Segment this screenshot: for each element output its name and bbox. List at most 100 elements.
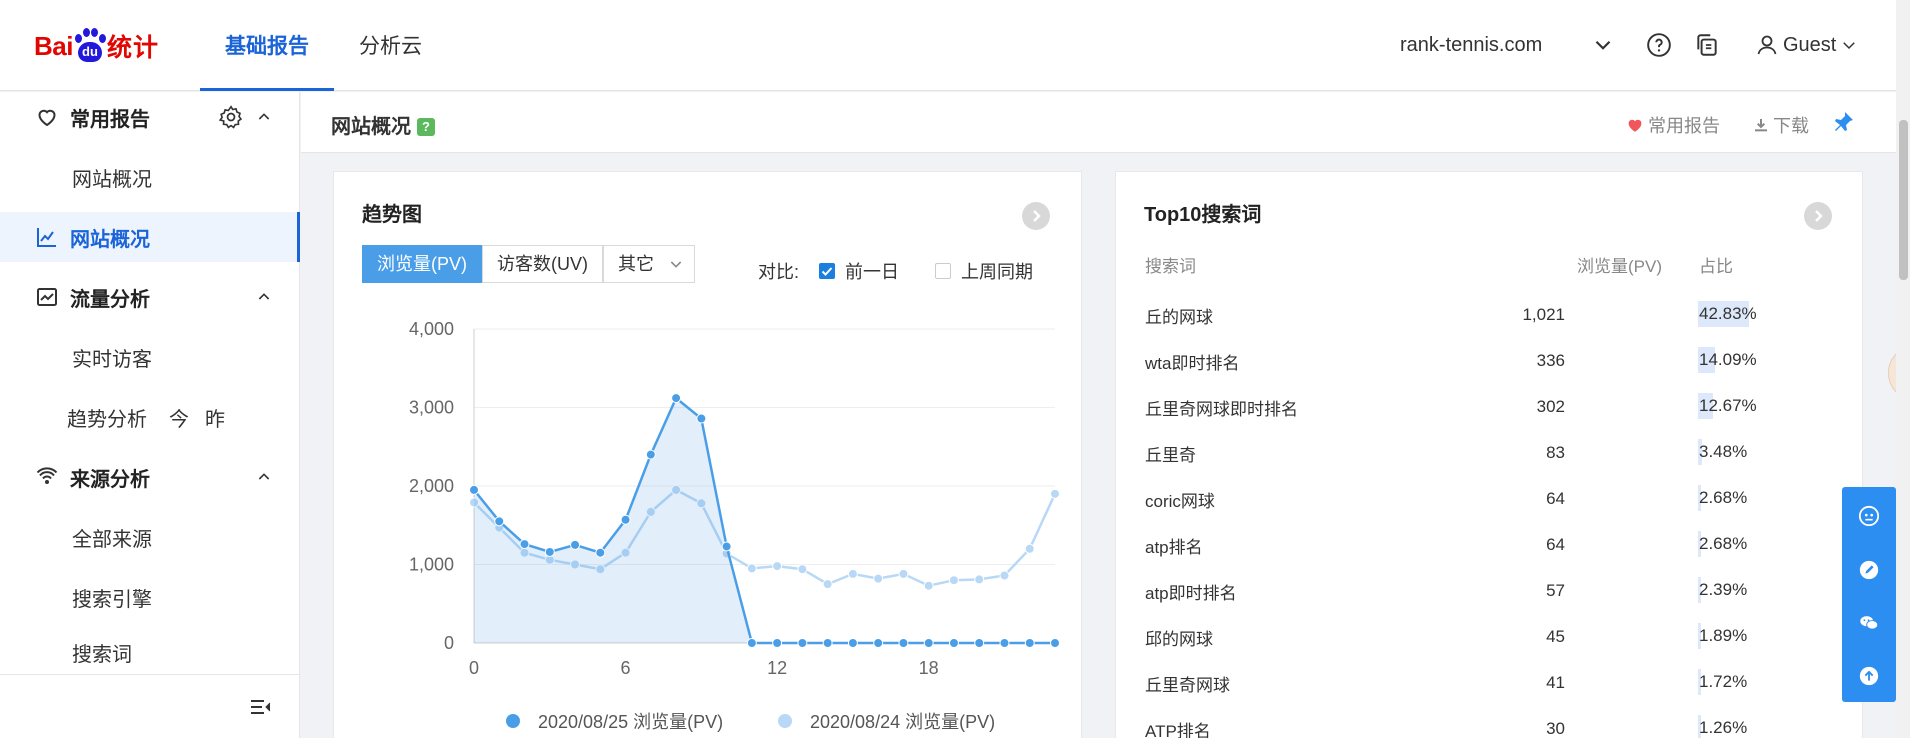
table-row[interactable]: atp排名 64 2.68% [1145,523,1765,569]
keyword-text[interactable]: 丘里奇 [1145,441,1196,466]
data-point [544,546,555,557]
y-tick-label: 1,000 [409,555,454,575]
checkbox-prev-day[interactable] [819,263,836,279]
sidebar-group-traffic[interactable]: 流量分析 [0,272,300,322]
tab-analysis-cloud[interactable]: 分析云 [334,0,447,91]
keyword-text[interactable]: coric网球 [1145,487,1215,512]
line-chart-icon [37,228,56,247]
chevron-up-icon[interactable] [256,469,272,485]
sidebar-item-realtime[interactable]: 实时访客 [0,332,300,382]
download-button[interactable]: 下载 [1753,112,1809,138]
page-title: 网站概况? [331,110,435,139]
user-menu[interactable]: Guest [1755,33,1858,57]
keyword-pv: 1,021 [1522,305,1565,324]
trend-yesterday-link[interactable]: 昨 [205,403,225,432]
pin-icon[interactable] [1831,110,1855,134]
pct-text: 2.39% [1699,580,1748,599]
table-row[interactable]: 丘的网球 1,021 42.83% [1145,293,1765,339]
keyword-pct: 12.67% [1698,393,1757,419]
table-row[interactable]: coric网球 64 2.68% [1145,477,1765,523]
keyword-text[interactable]: wta即时排名 [1145,349,1239,374]
back-to-top-icon[interactable] [1858,665,1880,687]
trend-today-link[interactable]: 今 [169,403,189,432]
keyword-text[interactable]: 丘里奇网球即时排名 [1145,395,1298,420]
table-row[interactable]: atp即时排名 57 2.39% [1145,569,1765,615]
copy-icon[interactable] [1694,32,1720,58]
metric-pv-button[interactable]: 浏览量(PV) [362,245,482,283]
table-row[interactable]: 丘里奇网球 41 1.72% [1145,661,1765,707]
pct-text: 1.72% [1699,672,1748,691]
more-arrow-icon[interactable] [1804,202,1832,230]
data-point [1050,488,1060,499]
download-label: 下载 [1773,116,1809,136]
data-point [721,541,732,552]
keyword-text[interactable]: atp排名 [1145,533,1203,558]
pct-text: 3.48% [1699,442,1748,461]
sidebar-item-overview-fav[interactable]: 网站概况 [0,152,300,202]
table-row[interactable]: wta即时排名 336 14.09% [1145,339,1765,385]
floating-toolbar [1842,487,1896,702]
compare-prev-day-label[interactable]: 前一日 [845,258,899,284]
heart-filled-icon [1628,119,1642,132]
legend-marker [778,714,792,728]
keyword-text[interactable]: 邱的网球 [1145,625,1213,650]
checkbox-last-week[interactable] [935,263,952,279]
feedback-edit-icon[interactable] [1858,559,1880,581]
table-row[interactable]: 邱的网球 45 1.89% [1145,615,1765,661]
metric-uv-button[interactable]: 访客数(UV) [482,245,603,283]
heart-icon [38,109,56,127]
table-row[interactable]: ATP排名 30 1.26% [1145,707,1765,738]
sidebar-group-favorites[interactable]: 常用报告 [0,92,300,142]
legend-marker [506,714,520,728]
help-icon[interactable] [1646,32,1672,58]
keyword-text[interactable]: 丘的网球 [1145,303,1213,328]
keyword-pct: 1.89% [1698,623,1747,649]
chevron-up-icon[interactable] [256,289,272,305]
help-badge[interactable]: ? [417,118,435,136]
keyword-text[interactable]: ATP排名 [1145,717,1211,738]
sidebar-item-search-engine[interactable]: 搜索引擎 [0,572,300,622]
sidebar-item-all-sources[interactable]: 全部来源 [0,512,300,562]
data-point [948,638,959,648]
table-row[interactable]: 丘里奇网球即时排名 302 12.67% [1145,385,1765,431]
page-scrollbar-thumb[interactable] [1899,120,1908,280]
more-arrow-icon[interactable] [1022,202,1050,230]
favorite-report-button[interactable]: 常用报告 [1626,112,1720,138]
chat-robot-icon[interactable] [1858,505,1880,527]
chevron-down-icon[interactable] [1590,32,1616,58]
pct-text: 2.68% [1699,534,1748,553]
keyword-pct: 2.68% [1698,531,1747,557]
col-header-pct[interactable]: 占比 [1699,252,1733,277]
sidebar-item-search-words[interactable]: 搜索词 [0,632,300,672]
data-point [974,638,985,648]
sidebar-item-label: 搜索词 [72,643,132,666]
x-tick-label: 18 [919,658,939,678]
chevron-down-icon [1843,42,1856,50]
data-point [746,563,757,574]
sidebar-item-trend[interactable]: 趋势分析 今 昨 [0,392,300,442]
sidebar-group-source[interactable]: 来源分析 [0,452,300,502]
trend-card-title: 趋势图 [362,204,422,226]
keyword-text[interactable]: atp即时排名 [1145,579,1237,604]
page-scrollbar[interactable] [1896,0,1910,738]
sidebar-item-overview[interactable]: 网站概况 [0,212,300,262]
site-domain[interactable]: rank-tennis.com [1400,34,1542,57]
col-header-pv[interactable]: 浏览量(PV) [1577,252,1662,277]
wechat-icon[interactable] [1858,612,1880,634]
y-tick-label: 3,000 [409,398,454,418]
collapse-menu-icon[interactable] [248,695,272,719]
baidu-tongji-logo[interactable]: Bai du 统计 [34,24,159,68]
chevron-up-icon[interactable] [256,109,272,125]
data-point [671,393,682,404]
data-point [999,570,1010,581]
metric-other-label: 其它 [618,254,654,274]
table-row[interactable]: 丘里奇 83 3.48% [1145,431,1765,477]
compare-last-week-label[interactable]: 上周同期 [961,258,1033,284]
pct-text: 1.26% [1699,718,1748,737]
tab-basic-report[interactable]: 基础报告 [200,0,334,91]
keyword-text[interactable]: 丘里奇网球 [1145,671,1230,696]
gear-icon[interactable] [218,104,244,130]
data-point [847,638,858,648]
metric-other-dropdown[interactable]: 其它 [603,245,695,283]
data-point [772,561,783,572]
